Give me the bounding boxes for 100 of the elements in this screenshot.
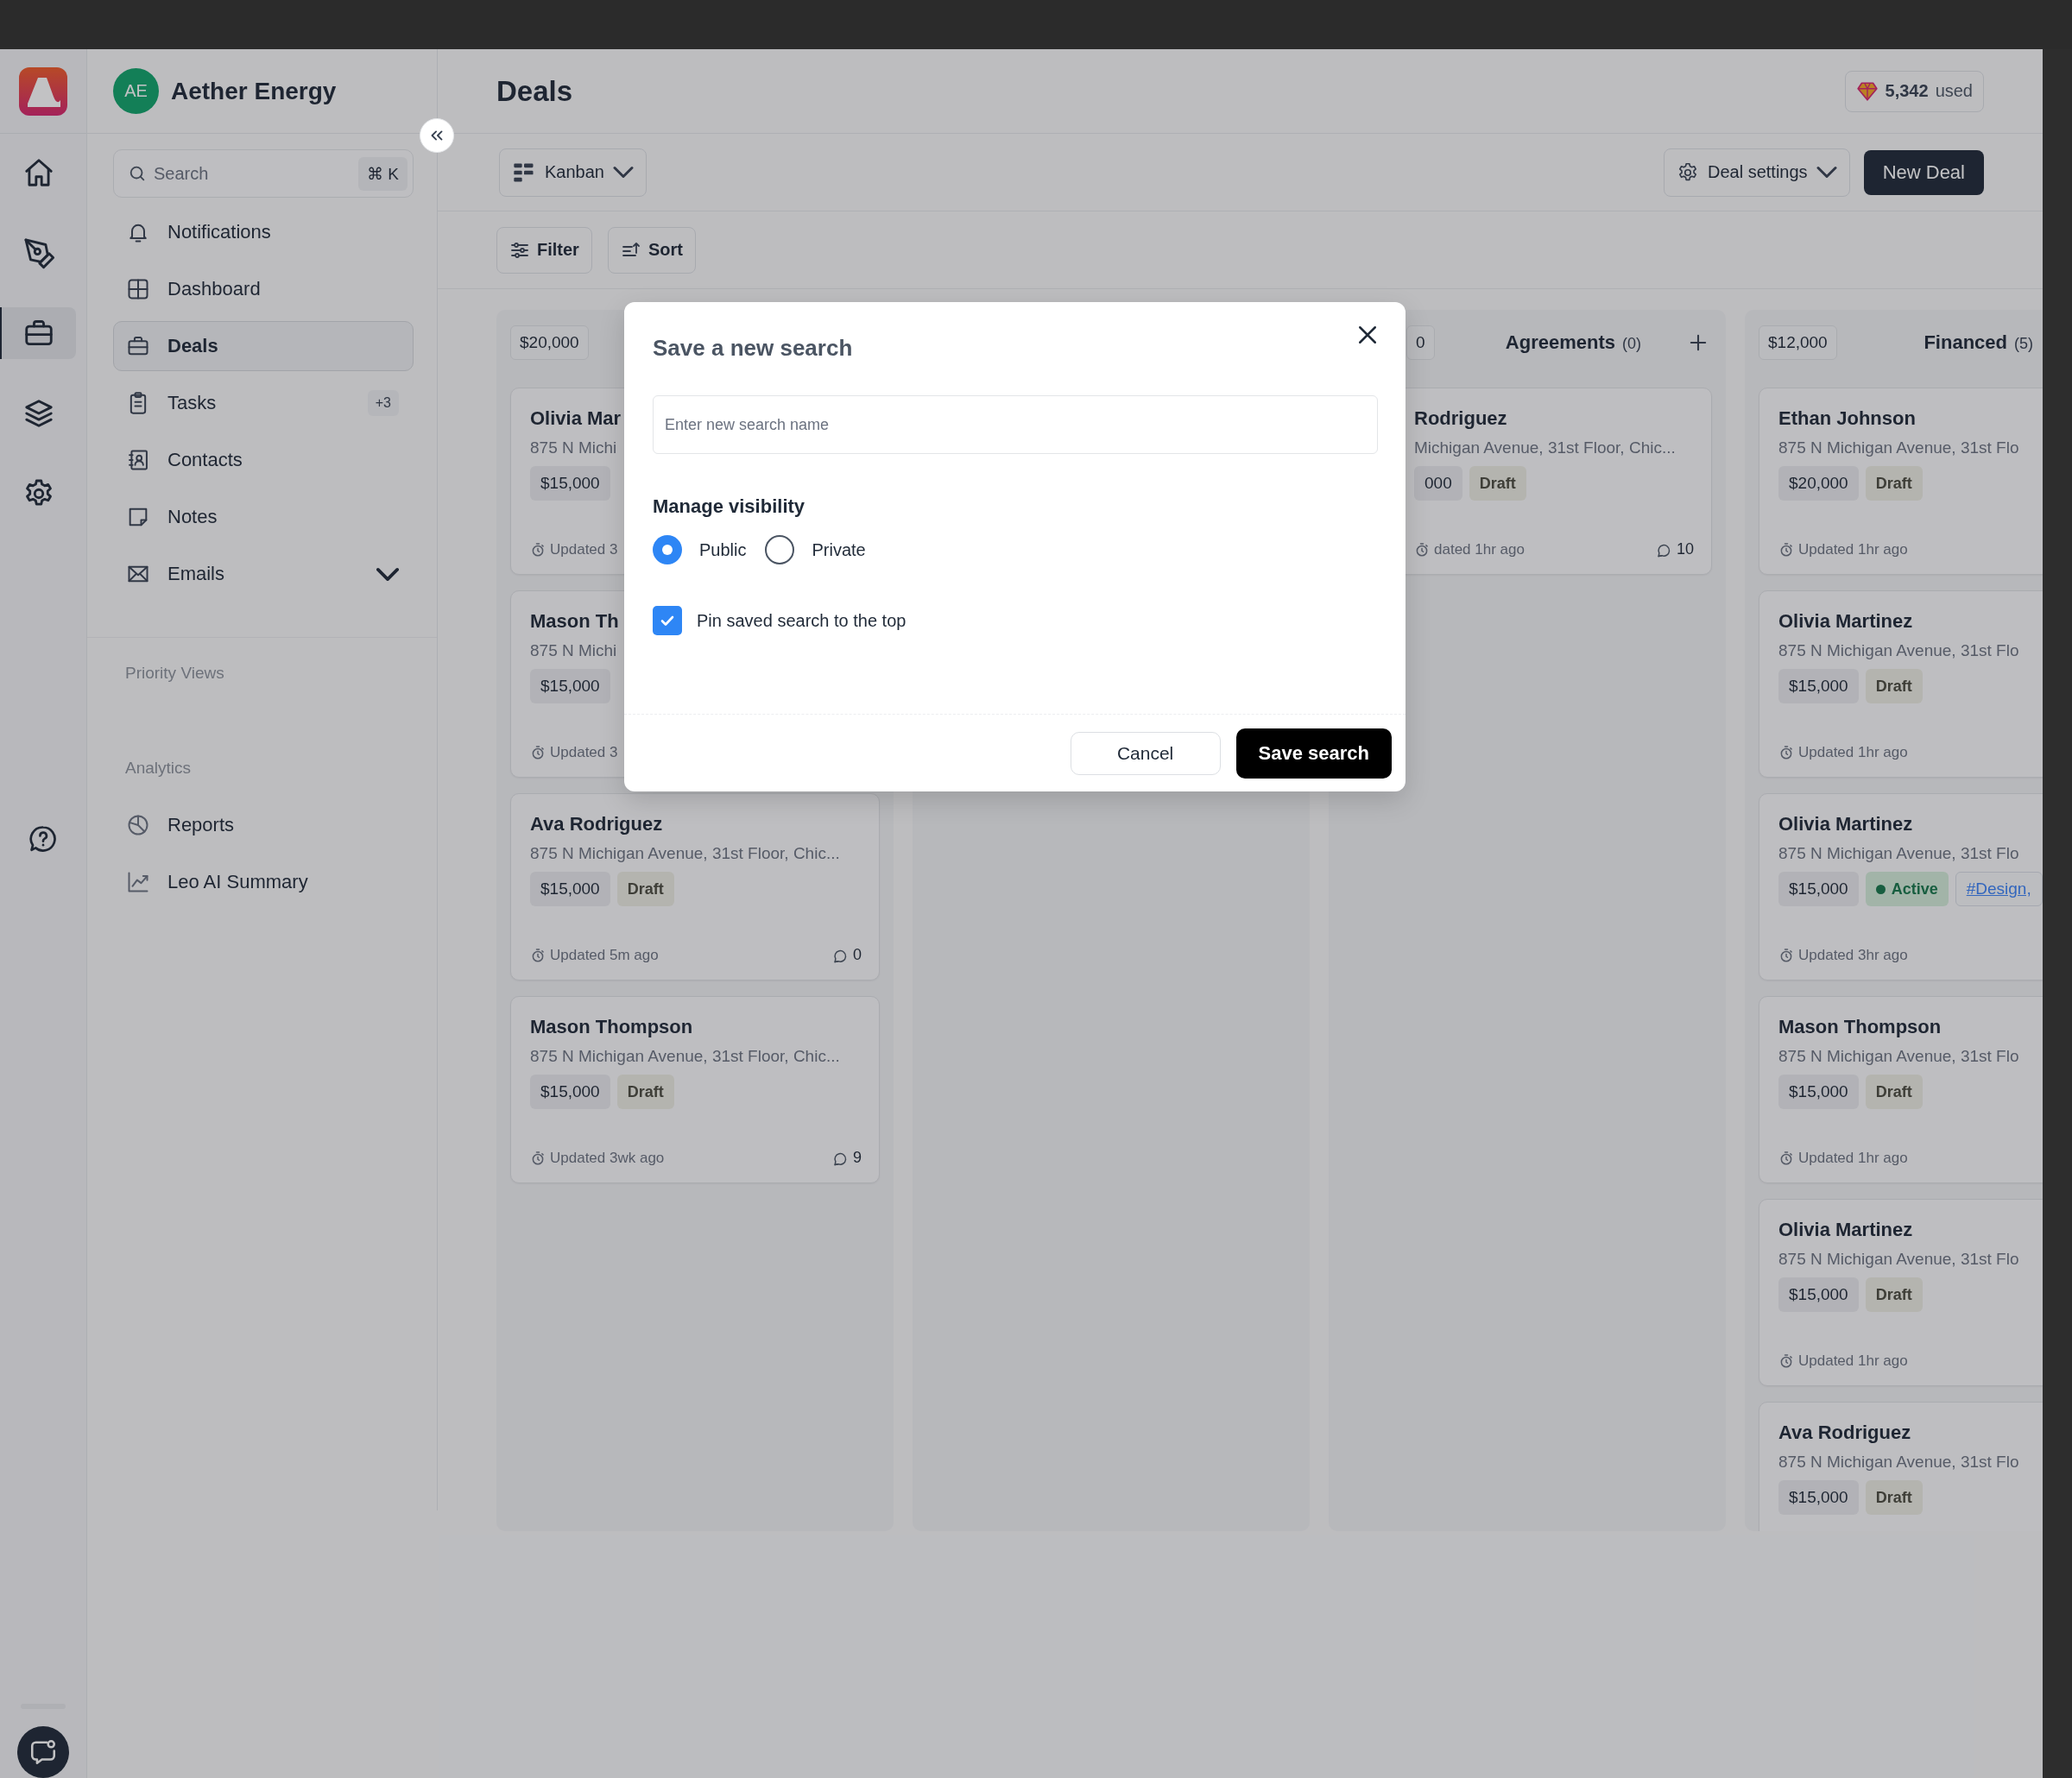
search-name-field[interactable]: Enter new search name — [653, 395, 1378, 454]
deal-name: Olivia Martinez — [1778, 1218, 1913, 1242]
status-tag: Draft — [1469, 466, 1526, 501]
collapse-button[interactable] — [420, 118, 454, 153]
comment-count: 10 — [1654, 540, 1694, 558]
updated-time: Updated 1hr ago — [1778, 1352, 1908, 1370]
column-count: (5) — [2014, 335, 2033, 353]
updated-time: Updated 5m ago — [530, 946, 659, 964]
amount-tag: $20,000 — [1778, 466, 1859, 501]
deal-settings-dropdown[interactable]: Deal settings — [1664, 148, 1850, 197]
deal-address: 875 N Michigan Avenue, 31st Flo — [1778, 1046, 2019, 1067]
deal-address: 875 N Michigan Avenue, 31st Floor, Chic... — [530, 1046, 840, 1067]
deal-card[interactable]: Olivia Martinez 875 N Michigan Avenue, 31st Flo $15,000 Draft Updated 1hr ago — [1759, 1199, 2043, 1386]
nav-item[interactable]: Tasks +3 — [113, 378, 414, 428]
updated-time: Updated 1hr ago — [1778, 541, 1908, 558]
amount-tag: $15,000 — [530, 1075, 610, 1109]
nav-item[interactable]: Notes — [113, 492, 414, 542]
amount-tag: 000 — [1414, 466, 1462, 501]
amount-tag: $15,000 — [1778, 1277, 1859, 1312]
layers-icon — [22, 397, 55, 430]
nav-item[interactable]: Leo AI Summary — [113, 857, 414, 907]
deal-address: 875 N Michigan Avenue, 31st Flo — [1778, 1249, 2019, 1270]
workspace-avatar: AE — [113, 68, 159, 114]
stopwatch-icon — [1778, 745, 1794, 760]
status-tag: Draft — [1865, 1277, 1923, 1312]
chat-button[interactable] — [17, 1726, 69, 1778]
section-heading: Priority Views — [124, 664, 225, 683]
new-deal-button[interactable]: New Deal — [1863, 149, 1984, 195]
column-total: 0 — [1406, 325, 1435, 360]
page-title: Deals — [496, 74, 573, 108]
status-tag: Draft — [1865, 669, 1923, 703]
updated-time: dated 1hr ago — [1414, 540, 1525, 558]
chat-bubble-icon — [28, 1737, 58, 1767]
updated-time: Updated 1hr ago — [1778, 744, 1908, 761]
deal-name: Rodriguez — [1414, 407, 1507, 431]
usage-badge: 5,342 used — [1844, 70, 1984, 112]
status-tag: Draft — [1865, 1075, 1923, 1109]
view-dropdown[interactable]: Kanban — [499, 148, 647, 197]
deal-card[interactable]: Ava Rodriguez 875 N Michigan Avenue, 31st Floor, Chic... $15,000 Draft Updated 5m ago 0 — [510, 793, 880, 980]
stopwatch-icon — [530, 947, 546, 963]
section-heading: Analytics — [124, 759, 193, 778]
nav-item[interactable]: Emails — [113, 549, 414, 599]
gem-icon — [1855, 79, 1879, 103]
status-tag: Draft — [1865, 466, 1923, 501]
chevron-icon — [1816, 166, 1837, 179]
amount-tag: $15,000 — [530, 872, 610, 906]
updated-time: Updated 3 — [530, 541, 618, 558]
nav-item[interactable]: Contacts — [113, 435, 414, 485]
nav-item[interactable]: Notifications — [113, 207, 414, 257]
nav-item[interactable]: Deals — [113, 321, 414, 371]
status-tag: Draft — [1865, 1480, 1923, 1515]
search-icon — [128, 164, 147, 183]
checkbox[interactable] — [653, 606, 682, 635]
status-tag: Active — [1865, 872, 1949, 906]
deal-address: 875 N Michigan Avenue, 31st Flo — [1778, 640, 2019, 661]
line-chart-icon — [126, 870, 150, 894]
stopwatch-icon — [1414, 541, 1430, 558]
grid-icon — [126, 277, 150, 301]
radio-button[interactable] — [653, 535, 682, 564]
deal-address: 875 N Michi — [530, 438, 617, 458]
briefcase-rail-button[interactable] — [0, 307, 76, 359]
deal-name: Mason Th — [530, 609, 619, 634]
app-logo-icon[interactable] — [19, 66, 67, 116]
cancel-button[interactable]: Cancel — [1070, 731, 1221, 775]
stopwatch-icon — [1778, 1353, 1794, 1369]
save-search-button[interactable]: Save search — [1235, 728, 1392, 779]
deal-address: 875 N Michigan Avenue, 31st Flo — [1778, 438, 2019, 458]
checkbox-label: Pin saved search to the top — [697, 610, 906, 631]
radio-button[interactable] — [765, 535, 795, 564]
sort-button[interactable]: Sort — [607, 226, 696, 274]
deal-address: 875 N Michigan Avenue, 31st Floor, Chic... — [530, 843, 840, 864]
filter-button[interactable]: Filter — [496, 226, 592, 274]
deal-name: Olivia Martinez — [1778, 812, 1913, 836]
deal-card[interactable]: Mason Thompson 875 N Michigan Avenue, 31st Floor, Chic... $15,000 Draft Updated 3wk ago 9 — [510, 996, 880, 1183]
deal-address: Michigan Avenue, 31st Floor, Chic... — [1414, 438, 1676, 458]
deal-card[interactable]: Ethan Johnson 875 N Michigan Avenue, 31st Flo $20,000 Draft Updated 1hr ago — [1759, 388, 2043, 575]
amount-tag: $15,000 — [530, 466, 610, 501]
column-title: Agreements — [1505, 331, 1615, 354]
search-field[interactable]: Search ⌘ K — [113, 149, 414, 198]
stopwatch-icon — [530, 1150, 546, 1166]
column-count: (0) — [1622, 335, 1641, 353]
amount-tag: $15,000 — [1778, 1075, 1859, 1109]
deal-address: 875 N Michi — [530, 640, 617, 661]
nav-item[interactable]: Reports — [113, 800, 414, 850]
radio-label: Public — [699, 539, 747, 560]
deal-card[interactable]: Olivia Martinez 875 N Michigan Avenue, 31st Flo $15,000 Draft Updated 1hr ago — [1759, 590, 2043, 778]
stopwatch-icon — [530, 542, 546, 558]
deal-card[interactable]: Ava Rodriguez 875 N Michigan Avenue, 31st Flo $15,000 Draft — [1759, 1402, 2043, 1531]
deal-name: Ava Rodriguez — [1778, 1421, 1911, 1445]
dialog-title: Save a new search — [653, 334, 853, 363]
deal-card[interactable]: Mason Thompson 875 N Michigan Avenue, 31st Flo $15,000 Draft Updated 1hr ago — [1759, 996, 2043, 1183]
visibility-label: Manage visibility — [653, 495, 806, 518]
deal-card[interactable]: Olivia Martinez 875 N Michigan Avenue, 31st Flo $15,000 Active #Design, Updated 3hr ago — [1759, 793, 2043, 980]
updated-time: Updated 3hr ago — [1778, 947, 1908, 964]
nav-item[interactable]: Dashboard — [113, 264, 414, 314]
updated-time: Updated 3 — [530, 744, 618, 761]
column-total: $12,000 — [1759, 325, 1837, 360]
deal-address: 875 N Michigan Avenue, 31st Flo — [1778, 1452, 2019, 1472]
radio-label: Private — [812, 539, 866, 560]
comment-count: 0 — [831, 946, 862, 964]
